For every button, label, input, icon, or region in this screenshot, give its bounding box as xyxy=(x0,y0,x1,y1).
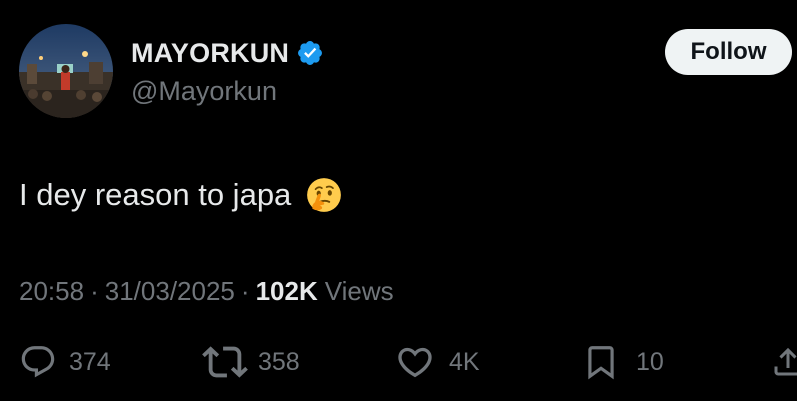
repost-button[interactable]: 358 xyxy=(202,338,300,386)
bookmark-icon xyxy=(588,346,614,380)
heart-icon xyxy=(398,347,432,378)
tweet-date[interactable]: 31/03/2025 xyxy=(105,276,235,307)
views-label: Views xyxy=(324,276,394,306)
avatar[interactable] xyxy=(19,24,113,118)
tweet-body: I dey reason to japa xyxy=(19,177,292,212)
verified-badge-icon[interactable] xyxy=(296,39,324,67)
user-handle[interactable]: @Mayorkun xyxy=(131,76,277,107)
meta-separator: · xyxy=(240,276,250,306)
reply-button[interactable]: 374 xyxy=(19,338,111,386)
bookmark-button[interactable]: 10 xyxy=(582,338,664,386)
reply-count: 374 xyxy=(69,347,111,376)
like-count: 4K xyxy=(449,347,480,376)
follow-button[interactable]: Follow xyxy=(665,29,792,75)
meta-separator: · xyxy=(90,276,99,306)
share-button[interactable] xyxy=(770,338,797,386)
tweet-meta: 20:58 · 31/03/2025 · 102K Views xyxy=(19,276,394,307)
views-count: 102K xyxy=(255,276,318,306)
like-button[interactable]: 4K xyxy=(395,338,480,386)
repost-count: 358 xyxy=(258,347,300,376)
tweet-text: I dey reason to japa xyxy=(19,176,343,214)
tweet-actions: 374 358 4K 10 xyxy=(0,338,797,386)
thinking-face-icon xyxy=(305,176,343,214)
user-name-row: MAYORKUN xyxy=(131,36,324,70)
reply-icon xyxy=(21,346,55,378)
tweet-time[interactable]: 20:58 xyxy=(19,276,84,307)
share-icon xyxy=(774,347,797,376)
repost-icon xyxy=(202,346,248,378)
bookmark-count: 10 xyxy=(636,347,664,376)
display-name[interactable]: MAYORKUN xyxy=(131,38,289,69)
